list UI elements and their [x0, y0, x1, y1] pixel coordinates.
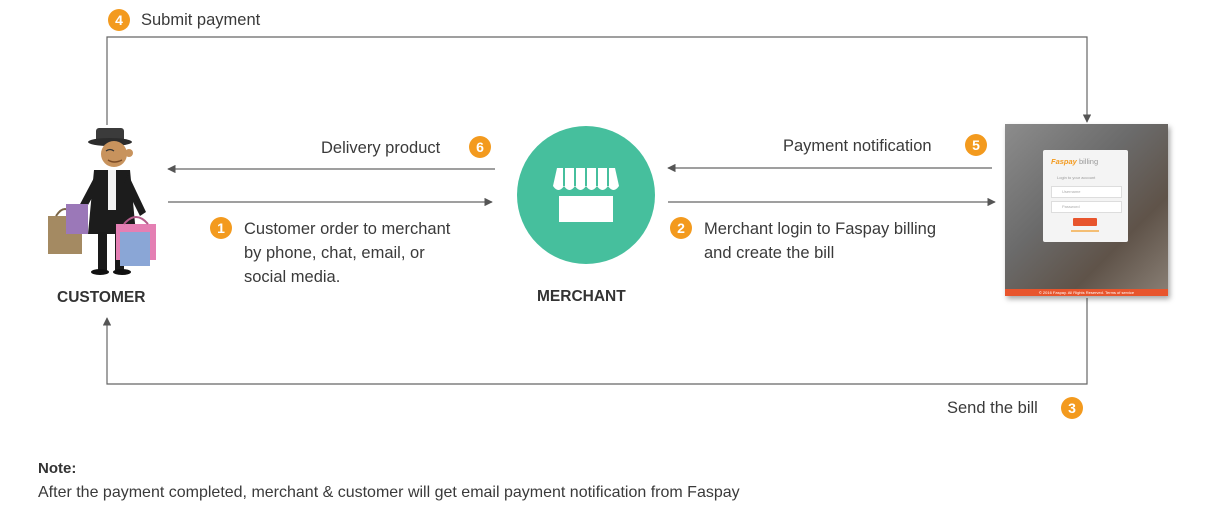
step-3-label: Send the bill — [947, 399, 1038, 417]
login-panel: Faspay billing Login to your account Use… — [1043, 150, 1128, 242]
step-4-label: Submit payment — [141, 11, 261, 29]
merchant-circle — [517, 126, 655, 264]
login-subtitle: Login to your account — [1057, 175, 1096, 180]
note-body: After the payment completed, merchant & … — [38, 484, 740, 501]
step-1-label: Customer order to merchant by phone, cha… — [244, 220, 451, 286]
customer-figure-icon — [48, 128, 156, 275]
step-5-badge: 5 — [965, 134, 987, 156]
step-2-label: Merchant login to Faspay billing and cre… — [704, 220, 937, 262]
step-1-badge: 1 — [210, 217, 232, 239]
arrow-submit-payment — [106, 36, 1092, 125]
arrow-send-bill — [102, 298, 1088, 385]
step-5-label: Payment notification — [783, 137, 932, 155]
faspay-billing-screenshot: Faspay billing Login to your account Use… — [1005, 124, 1168, 296]
note-title: Note: — [38, 460, 77, 477]
login-button — [1073, 218, 1097, 226]
store-icon — [553, 168, 619, 222]
screen-footer: © 2016 Faspay. All Rights Reserved. Term… — [1005, 289, 1168, 296]
step-6-badge: 6 — [469, 136, 491, 158]
step-2-badge: 2 — [670, 217, 692, 239]
merchant-label: MERCHANT — [537, 288, 626, 305]
password-field: Password — [1051, 201, 1122, 213]
faspay-logo: Faspay billing — [1051, 157, 1099, 166]
customer-label: CUSTOMER — [57, 289, 146, 306]
step-6-label: Delivery product — [321, 139, 441, 157]
step-3-badge: 3 — [1061, 397, 1083, 419]
username-field: Username — [1051, 186, 1122, 198]
forgot-link — [1071, 230, 1099, 232]
step-4-badge: 4 — [108, 9, 130, 31]
